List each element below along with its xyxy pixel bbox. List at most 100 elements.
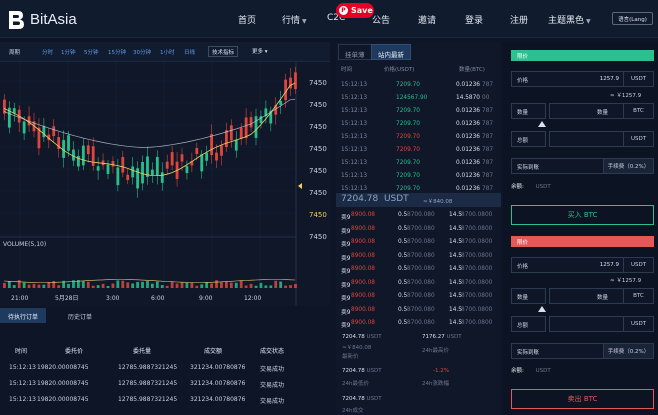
candle-body[interactable]: [165, 161, 169, 169]
volume-bar[interactable]: [121, 280, 125, 288]
candle-body[interactable]: [220, 145, 223, 156]
volume-bar[interactable]: [42, 284, 46, 288]
nav-invite[interactable]: 邀请: [418, 13, 436, 26]
sell-qty-field[interactable]: 数量 BTC: [549, 288, 654, 304]
volume-bar[interactable]: [151, 283, 154, 288]
nav-theme[interactable]: 主题黑色 ▼: [548, 13, 591, 26]
slider-handle-icon[interactable]: [538, 306, 546, 312]
volume-bar[interactable]: [7, 281, 11, 288]
volume-bar[interactable]: [259, 282, 263, 288]
volume-bar[interactable]: [91, 285, 95, 288]
language-button[interactable]: 语言(Lang): [612, 12, 653, 25]
candle-body[interactable]: [72, 149, 75, 161]
indicator-button[interactable]: 技术指标: [208, 46, 239, 57]
candle-body[interactable]: [239, 127, 243, 139]
more-button[interactable]: 更多 ▾: [249, 46, 271, 57]
volume-bar[interactable]: [170, 282, 174, 288]
volume-bar[interactable]: [249, 283, 253, 288]
order-row[interactable]: 15:12:13 19820.00008745 12785.9887321245 32…: [0, 380, 330, 392]
tab-order-history[interactable]: 历史订单: [60, 308, 100, 323]
tab-latest-trades[interactable]: 站内最新: [371, 44, 411, 60]
candle-body[interactable]: [22, 121, 26, 134]
candle-body[interactable]: [249, 117, 253, 128]
candle-body[interactable]: [81, 145, 85, 166]
candle-body[interactable]: [131, 166, 135, 178]
volume-bar[interactable]: [274, 280, 278, 288]
nav-announcement[interactable]: 公告: [372, 13, 390, 26]
candle-body[interactable]: [200, 154, 204, 172]
buy-btc-button[interactable]: 买入 BTC: [511, 205, 654, 225]
candle-body[interactable]: [210, 134, 213, 156]
candle-body[interactable]: [116, 167, 120, 186]
candle-body[interactable]: [229, 125, 233, 141]
buy-qty-field[interactable]: 数量 BTC: [549, 103, 654, 119]
volume-bar[interactable]: [284, 285, 287, 288]
candle-body[interactable]: [91, 146, 95, 166]
volume-bar[interactable]: [32, 283, 36, 288]
volume-bar[interactable]: [17, 280, 21, 288]
candle-body[interactable]: [151, 169, 154, 176]
candle-body[interactable]: [111, 161, 115, 167]
volume-bar[interactable]: [289, 285, 292, 288]
sell-btc-button[interactable]: 卖出 BTC: [511, 389, 654, 409]
nav-login[interactable]: 登录: [465, 13, 483, 26]
volume-bar[interactable]: [160, 285, 164, 288]
volume-bar[interactable]: [96, 285, 100, 288]
candle-body[interactable]: [155, 156, 159, 176]
volume-bar[interactable]: [225, 281, 228, 288]
volume-bar[interactable]: [205, 282, 209, 288]
candle-body[interactable]: [195, 148, 199, 154]
volume-bar[interactable]: [239, 280, 243, 288]
candle-body[interactable]: [52, 126, 56, 137]
nav-home[interactable]: 首页: [238, 13, 256, 26]
nav-register[interactable]: 注册: [510, 13, 528, 26]
candle-body[interactable]: [170, 152, 174, 166]
volume-bar[interactable]: [131, 283, 135, 288]
order-row[interactable]: 15:12:13 19820.00008745 12785.9887321245 32…: [0, 364, 330, 376]
candle-body[interactable]: [106, 164, 110, 174]
candle-body[interactable]: [121, 157, 125, 173]
volume-bar[interactable]: [220, 282, 223, 288]
candle-body[interactable]: [185, 166, 189, 174]
volume-bar[interactable]: [234, 282, 238, 288]
volume-bar[interactable]: [141, 281, 144, 288]
volume-bar[interactable]: [185, 282, 189, 288]
period-15min[interactable]: 15分钟: [108, 48, 126, 56]
buy-amount-slider[interactable]: [511, 119, 654, 131]
volume-bar[interactable]: [279, 281, 283, 288]
volume-bar[interactable]: [86, 281, 90, 288]
volume-bar[interactable]: [180, 282, 184, 288]
candle-body[interactable]: [42, 125, 46, 138]
volume-bar[interactable]: [67, 283, 70, 288]
volume-bar[interactable]: [190, 282, 194, 288]
volume-bar[interactable]: [126, 282, 130, 288]
volume-bar[interactable]: [101, 283, 105, 288]
candle-body[interactable]: [86, 145, 90, 155]
volume-bar[interactable]: [155, 281, 159, 288]
brand-name[interactable]: BitAsia: [30, 11, 77, 28]
period-5min[interactable]: 5分钟: [84, 48, 99, 56]
volume-bar[interactable]: [27, 284, 31, 288]
sell-amount-slider[interactable]: [511, 304, 654, 316]
volume-bar[interactable]: [106, 285, 110, 288]
pinterest-save-button[interactable]: P Save: [336, 3, 374, 18]
bitasia-logo-icon[interactable]: [6, 9, 26, 31]
candle-body[interactable]: [225, 130, 228, 148]
volume-bar[interactable]: [165, 285, 169, 288]
volume-bar[interactable]: [22, 282, 26, 288]
volume-bar[interactable]: [57, 285, 61, 288]
volume-bar[interactable]: [210, 283, 213, 288]
period-1hour[interactable]: 1小时: [160, 48, 175, 56]
slider-handle-icon[interactable]: [538, 121, 546, 127]
candle-body[interactable]: [254, 116, 258, 138]
candle-body[interactable]: [279, 100, 283, 105]
period-1min[interactable]: 1分钟: [61, 48, 76, 56]
sell-total-field[interactable]: USDT: [549, 316, 654, 332]
volume-bar[interactable]: [111, 283, 115, 288]
buy-total-field[interactable]: USDT: [549, 131, 654, 147]
order-row[interactable]: 15:12:13 19820.00008745 12785.9887321245 32…: [0, 396, 330, 408]
volume-bar[interactable]: [195, 285, 199, 288]
volume-bar[interactable]: [244, 285, 248, 288]
volume-bar[interactable]: [200, 284, 204, 288]
period-timeline[interactable]: 分时: [42, 48, 53, 56]
